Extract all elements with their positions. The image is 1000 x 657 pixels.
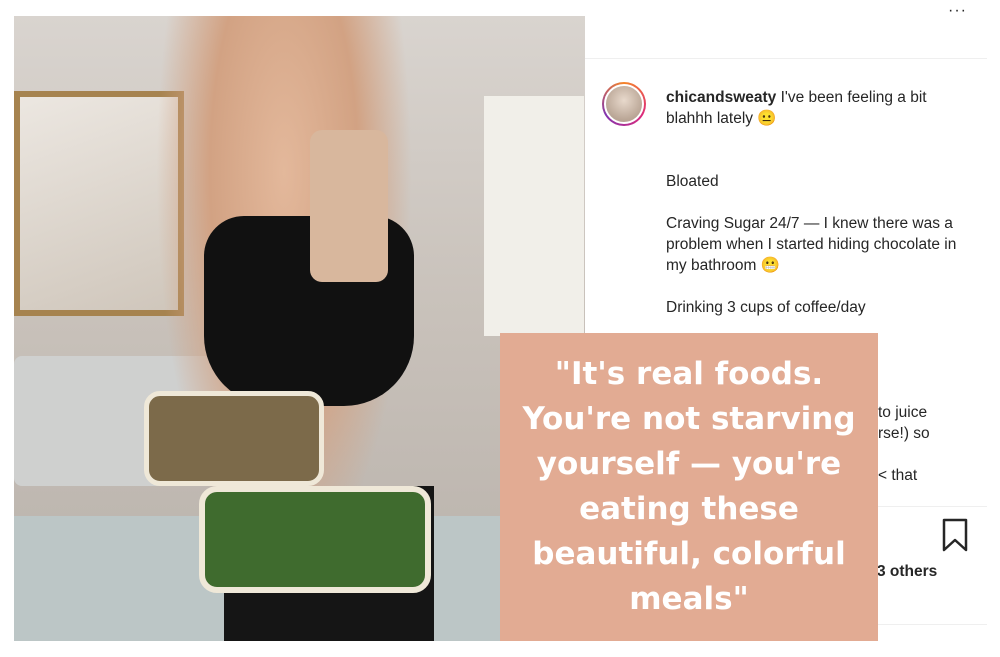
- caption-line: Drinking 3 cups of coffee/day: [666, 299, 866, 316]
- food-bowl: [144, 391, 324, 486]
- caption-fragment: < that: [878, 467, 918, 484]
- quote-text: "It's real foods. You're not starving yo…: [522, 356, 856, 617]
- more-options-icon[interactable]: ···: [948, 2, 967, 20]
- phone: [310, 130, 388, 282]
- username-link[interactable]: chicandsweaty: [666, 89, 776, 106]
- caption-fragment: to juice: [878, 404, 928, 421]
- bookmark-icon[interactable]: [942, 518, 968, 552]
- post-caption: chicandsweaty I've been feeling a bit bl…: [666, 87, 966, 339]
- window: [484, 96, 584, 336]
- quote-box: "It's real foods. You're not starving yo…: [500, 333, 878, 641]
- avatar[interactable]: [602, 82, 646, 126]
- header-divider: [585, 58, 987, 59]
- avatar-image: [604, 84, 644, 124]
- caption-line: Bloated: [666, 173, 719, 190]
- likes-text[interactable]: 3 others: [877, 563, 937, 581]
- caption-fragment: rse!) so: [878, 425, 930, 442]
- salad-bowl: [199, 486, 431, 593]
- caption-overflow: to juice rse!) so < that: [878, 402, 930, 486]
- caption-line: Craving Sugar 24/7 — I knew there was a …: [666, 215, 957, 274]
